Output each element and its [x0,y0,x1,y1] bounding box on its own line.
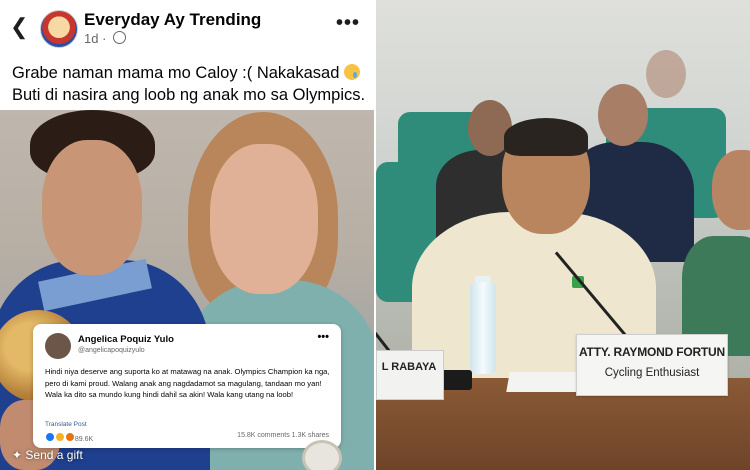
background-head [646,50,686,98]
crying-emoji-icon [343,64,360,80]
embedded-body: Hindi niya deserve ang suporta ko at mat… [45,367,330,399]
nameplate-title: Cycling Enthusiast [604,367,700,379]
woman-face [210,144,318,294]
page-avatar[interactable] [40,10,78,48]
nameplate-left-text: L RABAYA [381,361,437,373]
nameplate-left: L RABAYA [376,350,444,400]
facebook-post: ❮ Everyday Ay Trending 1d · ••• Grabe na… [0,0,374,470]
nameplate-fortun: ATTY. RAYMOND FORTUN Cycling Enthusiast [576,334,728,396]
water-bottle [470,282,496,374]
caption-line-2: Buti di nasira ang loob ng anak mo sa Ol… [12,86,366,104]
post-header: ❮ Everyday Ay Trending 1d · ••• [0,0,374,56]
caption-line-1: Grabe naman mama mo Caloy :( Nakakasad [12,64,340,82]
translate-link: Translate Post [45,421,87,428]
hearing-photo: L RABAYA ATTY. RAYMOND FORTUN Cycling En… [376,0,750,470]
send-gift-label: Send a gift [25,448,83,462]
post-photo[interactable]: Angelica Poquiz Yulo @angelicapoquizyulo… [0,110,374,470]
like-reaction-icon [45,432,55,442]
angry-reaction-icon [64,432,75,442]
speaker-hair [504,118,588,156]
post-meta: 1d · [84,31,127,46]
embedded-author: Angelica Poquiz Yulo [78,334,174,345]
embedded-more-icon: ••• [317,331,329,343]
page-name[interactable]: Everyday Ay Trending [84,10,261,30]
person-right-head [712,150,750,230]
reaction-summary: 89.6K [45,432,93,443]
reaction-count: 89.6K [74,436,94,443]
man-face [42,140,142,275]
back-arrow-icon[interactable]: ❮ [10,14,28,40]
embedded-handle: @angelicapoquizyulo [78,347,145,354]
post-caption: Grabe naman mama mo Caloy :( Nakakasad B… [12,62,367,106]
embedded-avatar [45,333,71,359]
globe-icon [113,31,127,44]
post-time: 1d [84,31,99,46]
gift-icon: ✦ [12,448,23,462]
more-options-icon[interactable]: ••• [336,12,360,35]
wristwatch [302,440,342,470]
officer-head [598,84,648,146]
embedded-post-card: Angelica Poquiz Yulo @angelicapoquizyulo… [33,324,341,448]
engagement-counts: 15.8K comments 1.3K shares [237,432,329,439]
send-gift-button[interactable]: ✦ Send a gift [12,448,83,462]
nameplate-name: ATTY. RAYMOND FORTUN [578,345,725,359]
haha-reaction-icon [54,432,65,442]
